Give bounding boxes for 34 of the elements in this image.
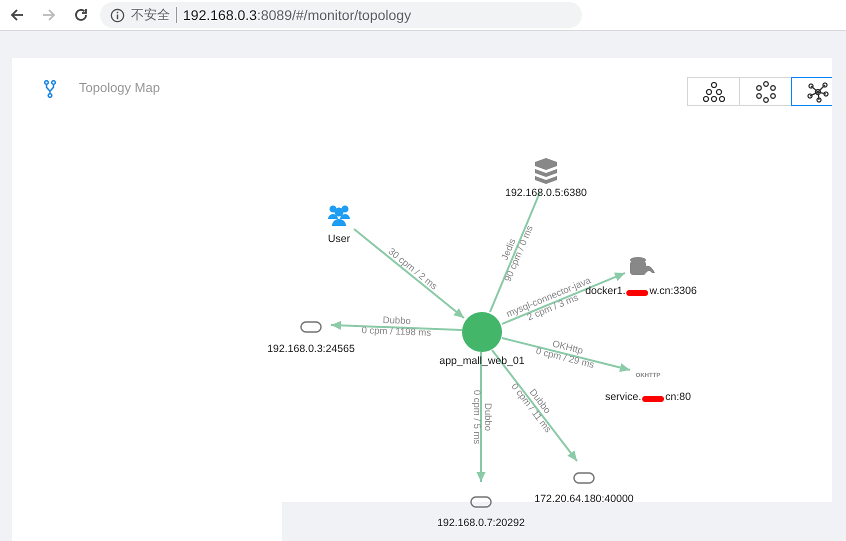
edge-metrics: 0 cpm / 1198 ms bbox=[361, 325, 432, 339]
star-graph-icon bbox=[806, 80, 828, 102]
edge-metrics: 0 cpm / 5 ms bbox=[471, 390, 482, 444]
node-label: w.cn:3306 bbox=[650, 285, 697, 298]
ring-graph-icon bbox=[754, 80, 776, 102]
node-label: 192.168.0.7:20292 bbox=[437, 517, 525, 530]
bean-icon bbox=[300, 321, 322, 333]
back-arrow-icon bbox=[9, 7, 25, 23]
stack-icon bbox=[535, 158, 557, 184]
node-label: User bbox=[328, 233, 350, 246]
layout-toggle[interactable] bbox=[791, 77, 832, 106]
reload-icon bbox=[73, 7, 89, 23]
node-label: cn:80 bbox=[665, 391, 691, 404]
node-label: 172.20.64.180:40000 bbox=[534, 493, 634, 506]
node-label: service. bbox=[605, 391, 642, 404]
bean-icon bbox=[573, 472, 595, 484]
tree-graph-icon bbox=[702, 80, 724, 102]
edge-label: Dubbo bbox=[382, 314, 411, 328]
edge-metrics: 30 cpm / 2 ms bbox=[386, 246, 440, 292]
users-icon bbox=[328, 206, 350, 226]
node-label: 192.168.0.5:6380 bbox=[505, 187, 587, 200]
security-label: 不安全 bbox=[131, 6, 170, 24]
bean-icon bbox=[470, 496, 492, 508]
info-icon bbox=[110, 8, 125, 22]
panel-title: Topology Map bbox=[79, 80, 160, 95]
forward-arrow-icon bbox=[41, 7, 57, 23]
node-label: 192.168.0.3:24565 bbox=[267, 343, 355, 356]
service-node[interactable] bbox=[462, 312, 502, 352]
node-label: app_mall_web_01 bbox=[439, 355, 525, 368]
url-text: 192.168.0.3:8089/#/monitor/topology bbox=[183, 7, 412, 23]
database-icon bbox=[630, 257, 655, 275]
address-bar[interactable]: 不安全 192.168.0.3:8089/#/monitor/topology bbox=[100, 2, 582, 28]
edge-label: Dubbo bbox=[482, 403, 493, 431]
fork-icon bbox=[44, 80, 56, 98]
